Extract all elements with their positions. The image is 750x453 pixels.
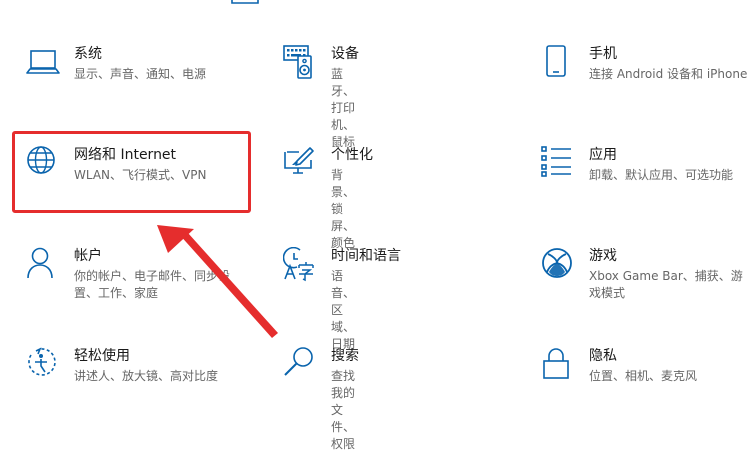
tile-description: 连接 Android 设备和 iPhone <box>589 67 748 81</box>
search-icon <box>284 347 313 376</box>
tile-title: 设备 <box>331 46 359 62</box>
tile-description: WLAN、飞行模式、VPN <box>74 168 207 182</box>
tile-description: 查找我的文件、权限 <box>331 369 356 451</box>
tile-title: 时间和语言 <box>331 248 401 264</box>
tile-title: 应用 <box>589 147 617 163</box>
ease-of-access-icon <box>28 347 56 376</box>
app-list-icon <box>541 146 571 177</box>
laptop-icon <box>26 50 60 74</box>
tile-title: 个性化 <box>331 147 373 163</box>
tile-description: 讲述人、放大镜、高对比度 <box>74 369 219 383</box>
annotation-arrow <box>157 225 278 338</box>
tile-description: 卸载、默认应用、可选功能 <box>589 168 734 182</box>
cropped-top-icon <box>231 0 259 4</box>
person-icon <box>27 247 53 279</box>
time-language-icon <box>283 247 314 282</box>
tile-description: 背景、锁屏、颜色 <box>331 168 356 250</box>
tile-title: 手机 <box>589 46 617 62</box>
tile-description: 蓝牙、打印机、鼠标 <box>331 67 356 149</box>
tile-title: 游戏 <box>589 248 617 264</box>
paint-screen-icon <box>284 147 314 174</box>
lock-icon <box>543 348 569 379</box>
tile-description: 显示、声音、通知、电源 <box>74 67 207 81</box>
tile-title: 轻松使用 <box>74 348 130 364</box>
phone-icon <box>546 45 566 77</box>
xbox-icon <box>542 248 572 278</box>
tile-title: 隐私 <box>589 348 617 364</box>
tile-description: 语音、区域、日期 <box>331 269 356 351</box>
tile-description: 位置、相机、麦克风 <box>589 369 698 383</box>
tile-title: 帐户 <box>74 248 102 264</box>
tile-description: 你的帐户、电子邮件、同步设置、工作、家庭 <box>74 269 231 300</box>
tile-title: 网络和 Internet <box>74 147 177 163</box>
tile-description: Xbox Game Bar、捕获、游戏模式 <box>589 269 743 300</box>
tile-title: 系统 <box>74 46 102 62</box>
globe-icon <box>27 146 55 174</box>
keyboard-speaker-icon <box>283 45 312 79</box>
tile-title: 搜索 <box>331 348 359 364</box>
